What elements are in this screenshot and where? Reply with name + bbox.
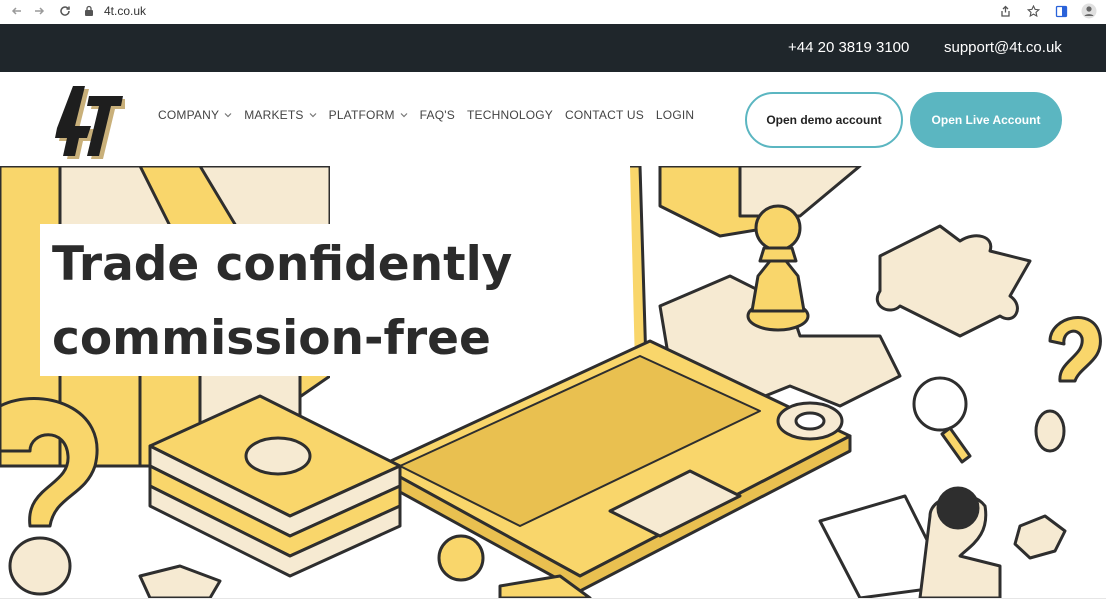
back-arrow-icon[interactable] xyxy=(8,2,26,20)
nav-platform[interactable]: PLATFORM xyxy=(329,108,408,122)
chevron-down-icon xyxy=(309,113,317,118)
chevron-down-icon xyxy=(400,113,408,118)
url-text: 4t.co.uk xyxy=(104,4,147,18)
4t-logo[interactable] xyxy=(55,82,127,160)
headline-line-1-box: Trade confidently xyxy=(40,224,525,302)
nav-markets[interactable]: MARKETS xyxy=(244,108,317,122)
share-icon[interactable] xyxy=(996,2,1014,20)
lock-icon xyxy=(82,4,96,18)
headline-line-2: commission-free xyxy=(52,311,491,366)
contact-bar: +44 20 3819 3100 support@4t.co.uk xyxy=(0,24,1106,72)
site-header: COMPANY MARKETS PLATFORM FAQ'S TECHNOLOG… xyxy=(0,72,1106,166)
nav-technology-label: TECHNOLOGY xyxy=(466,108,553,122)
nav-technology[interactable]: TECHNOLOGY xyxy=(467,108,553,122)
nav-company-label: COMPANY xyxy=(158,108,220,122)
profile-icon[interactable] xyxy=(1080,2,1098,20)
open-demo-account-button[interactable]: Open demo account xyxy=(745,92,903,148)
reader-mode-icon[interactable] xyxy=(1052,2,1070,20)
address-bar[interactable]: 4t.co.uk xyxy=(82,0,146,22)
open-live-account-button[interactable]: Open Live Account xyxy=(910,92,1062,148)
nav-faqs[interactable]: FAQ'S xyxy=(420,108,455,122)
chevron-down-icon xyxy=(224,113,232,118)
headline-line-1: Trade confidently xyxy=(52,237,513,292)
nav-login-label: LOGIN xyxy=(655,108,695,122)
nav-login[interactable]: LOGIN xyxy=(656,108,694,122)
headline-line-2-box: commission-free xyxy=(40,302,503,376)
forward-arrow-icon[interactable] xyxy=(30,2,48,20)
nav-contact-us-label: CONTACT US xyxy=(565,108,644,122)
nav-platform-label: PLATFORM xyxy=(328,108,395,122)
browser-toolbar: 4t.co.uk xyxy=(0,0,1106,22)
hero-section: Trade confidently commission-free xyxy=(0,166,1106,598)
main-navigation: COMPANY MARKETS PLATFORM FAQ'S TECHNOLOG… xyxy=(158,108,706,122)
nav-company[interactable]: COMPANY xyxy=(158,108,232,122)
reload-icon[interactable] xyxy=(56,2,74,20)
phone-number[interactable]: +44 20 3819 3100 xyxy=(788,39,909,56)
star-icon[interactable] xyxy=(1024,2,1042,20)
support-email[interactable]: support@4t.co.uk xyxy=(944,39,1062,56)
nav-contact-us[interactable]: CONTACT US xyxy=(565,108,644,122)
nav-faqs-label: FAQ'S xyxy=(419,108,455,122)
page-bottom-edge xyxy=(0,598,1106,606)
nav-markets-label: MARKETS xyxy=(244,108,304,122)
